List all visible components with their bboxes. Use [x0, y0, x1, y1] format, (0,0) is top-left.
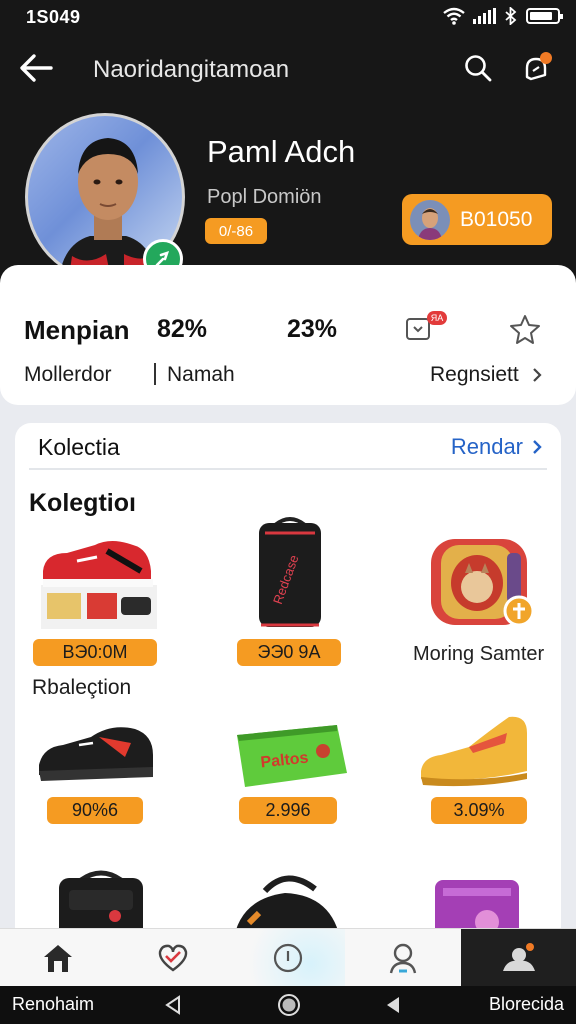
message-badge: ЯA — [427, 311, 447, 325]
price-badge: 3.09% — [431, 797, 527, 824]
price-badge: ЭЭ0 9A — [237, 639, 341, 666]
level-badge: 0/-86 — [205, 218, 267, 244]
green-bag-image: Paltos — [237, 725, 347, 787]
product-card[interactable]: Moring Samter — [407, 533, 557, 667]
product-card[interactable]: 90%6 — [35, 715, 165, 833]
back-button[interactable] — [18, 50, 54, 86]
product-card[interactable]: 3.09% — [417, 713, 545, 833]
profile-avatar[interactable] — [25, 113, 187, 281]
mini-avatar-portrait — [410, 199, 450, 240]
profile-icon — [389, 943, 416, 974]
chevron-right-icon — [532, 368, 542, 382]
bottom-navigation — [0, 928, 576, 987]
page-title: Naoridangitamoan — [93, 56, 290, 83]
product-card[interactable]: BЭ0:0M — [29, 531, 169, 666]
product-card[interactable]: Paltos 2.996 — [227, 719, 357, 833]
heart-check-icon — [158, 944, 187, 972]
search-button[interactable] — [460, 50, 496, 86]
back-arrow-icon — [20, 54, 53, 82]
nav-profile[interactable] — [345, 929, 460, 987]
bluetooth-icon — [505, 7, 517, 25]
collection-divider — [29, 468, 547, 470]
coins-button[interactable]: B01050 — [402, 194, 552, 245]
coins-avatar — [410, 199, 450, 240]
row-label: Rbaleçtion — [32, 676, 132, 699]
collection-view-link-label: Rendar — [450, 434, 523, 459]
tall-bag-image: Redcase — [259, 517, 321, 627]
nav-activity[interactable] — [230, 929, 345, 987]
app-bar: Naoridangitamoan — [0, 44, 576, 92]
search-icon — [465, 55, 492, 82]
collection-header-title: Kolectia — [38, 434, 120, 460]
coins-value: B01050 — [460, 207, 533, 231]
signal-icon — [473, 8, 496, 24]
system-right-label: Blorecida — [488, 994, 564, 1014]
nav-home[interactable] — [0, 929, 115, 987]
status-time: 1S049 — [26, 7, 81, 27]
system-left-label: Renohaim — [12, 994, 95, 1014]
stats-card: Menpian 82% 23% ЯA Mollerdor Namah Regns… — [0, 265, 576, 405]
badge-item-image — [431, 539, 535, 627]
price-badge: 90%6 — [47, 797, 143, 824]
nav-favorites[interactable] — [115, 929, 230, 987]
star-icon[interactable] — [509, 313, 541, 345]
price-badge: BЭ0:0M — [33, 639, 157, 666]
profile-name: Paml Adch — [207, 134, 356, 169]
stat-divider — [154, 363, 156, 385]
notification-dot — [540, 52, 552, 64]
yellow-shoe-image — [421, 716, 527, 787]
stat-percent-2: 23% — [287, 315, 338, 343]
stat-percent-1: 82% — [157, 315, 208, 343]
system-navigation-bar: Renohaim Blorecida — [0, 986, 576, 1024]
product-caption: Moring Samter — [413, 643, 545, 665]
stats-title: Menpian — [24, 315, 130, 345]
system-home-icon[interactable] — [277, 993, 301, 1017]
notification-button[interactable] — [518, 50, 554, 86]
clock-icon — [273, 943, 302, 973]
product-card[interactable]: Redcase ЭЭ0 9A — [225, 515, 355, 666]
battery-icon — [526, 8, 563, 24]
red-sneaker-image — [41, 541, 157, 629]
status-icons — [443, 7, 563, 25]
chevron-right-icon — [533, 440, 542, 454]
status-bar: 1S049 — [0, 0, 576, 36]
price-badge: 2.996 — [239, 797, 337, 824]
black-sneaker-image — [39, 727, 153, 781]
stat-label-1: Mollerdor — [24, 363, 112, 386]
user-settings-icon — [502, 943, 535, 971]
collection-view-link[interactable]: Rendar — [451, 434, 543, 460]
register-link[interactable]: Regnsiett — [430, 363, 543, 387]
collection-section-title: Kolegtioı — [29, 489, 136, 517]
system-recent-icon[interactable] — [383, 995, 403, 1015]
nav-settings[interactable] — [461, 929, 576, 987]
profile-subtitle: Popl Domiön — [207, 186, 322, 208]
home-icon — [43, 945, 72, 972]
collection-card: Kolectia Rendar Kolegtioı BЭ0:0M Redcase — [15, 423, 561, 943]
wifi-icon — [443, 7, 465, 25]
system-back-icon[interactable] — [163, 995, 183, 1015]
stat-label-2: Namah — [167, 363, 235, 386]
register-link-label: Regnsiett — [430, 363, 519, 386]
